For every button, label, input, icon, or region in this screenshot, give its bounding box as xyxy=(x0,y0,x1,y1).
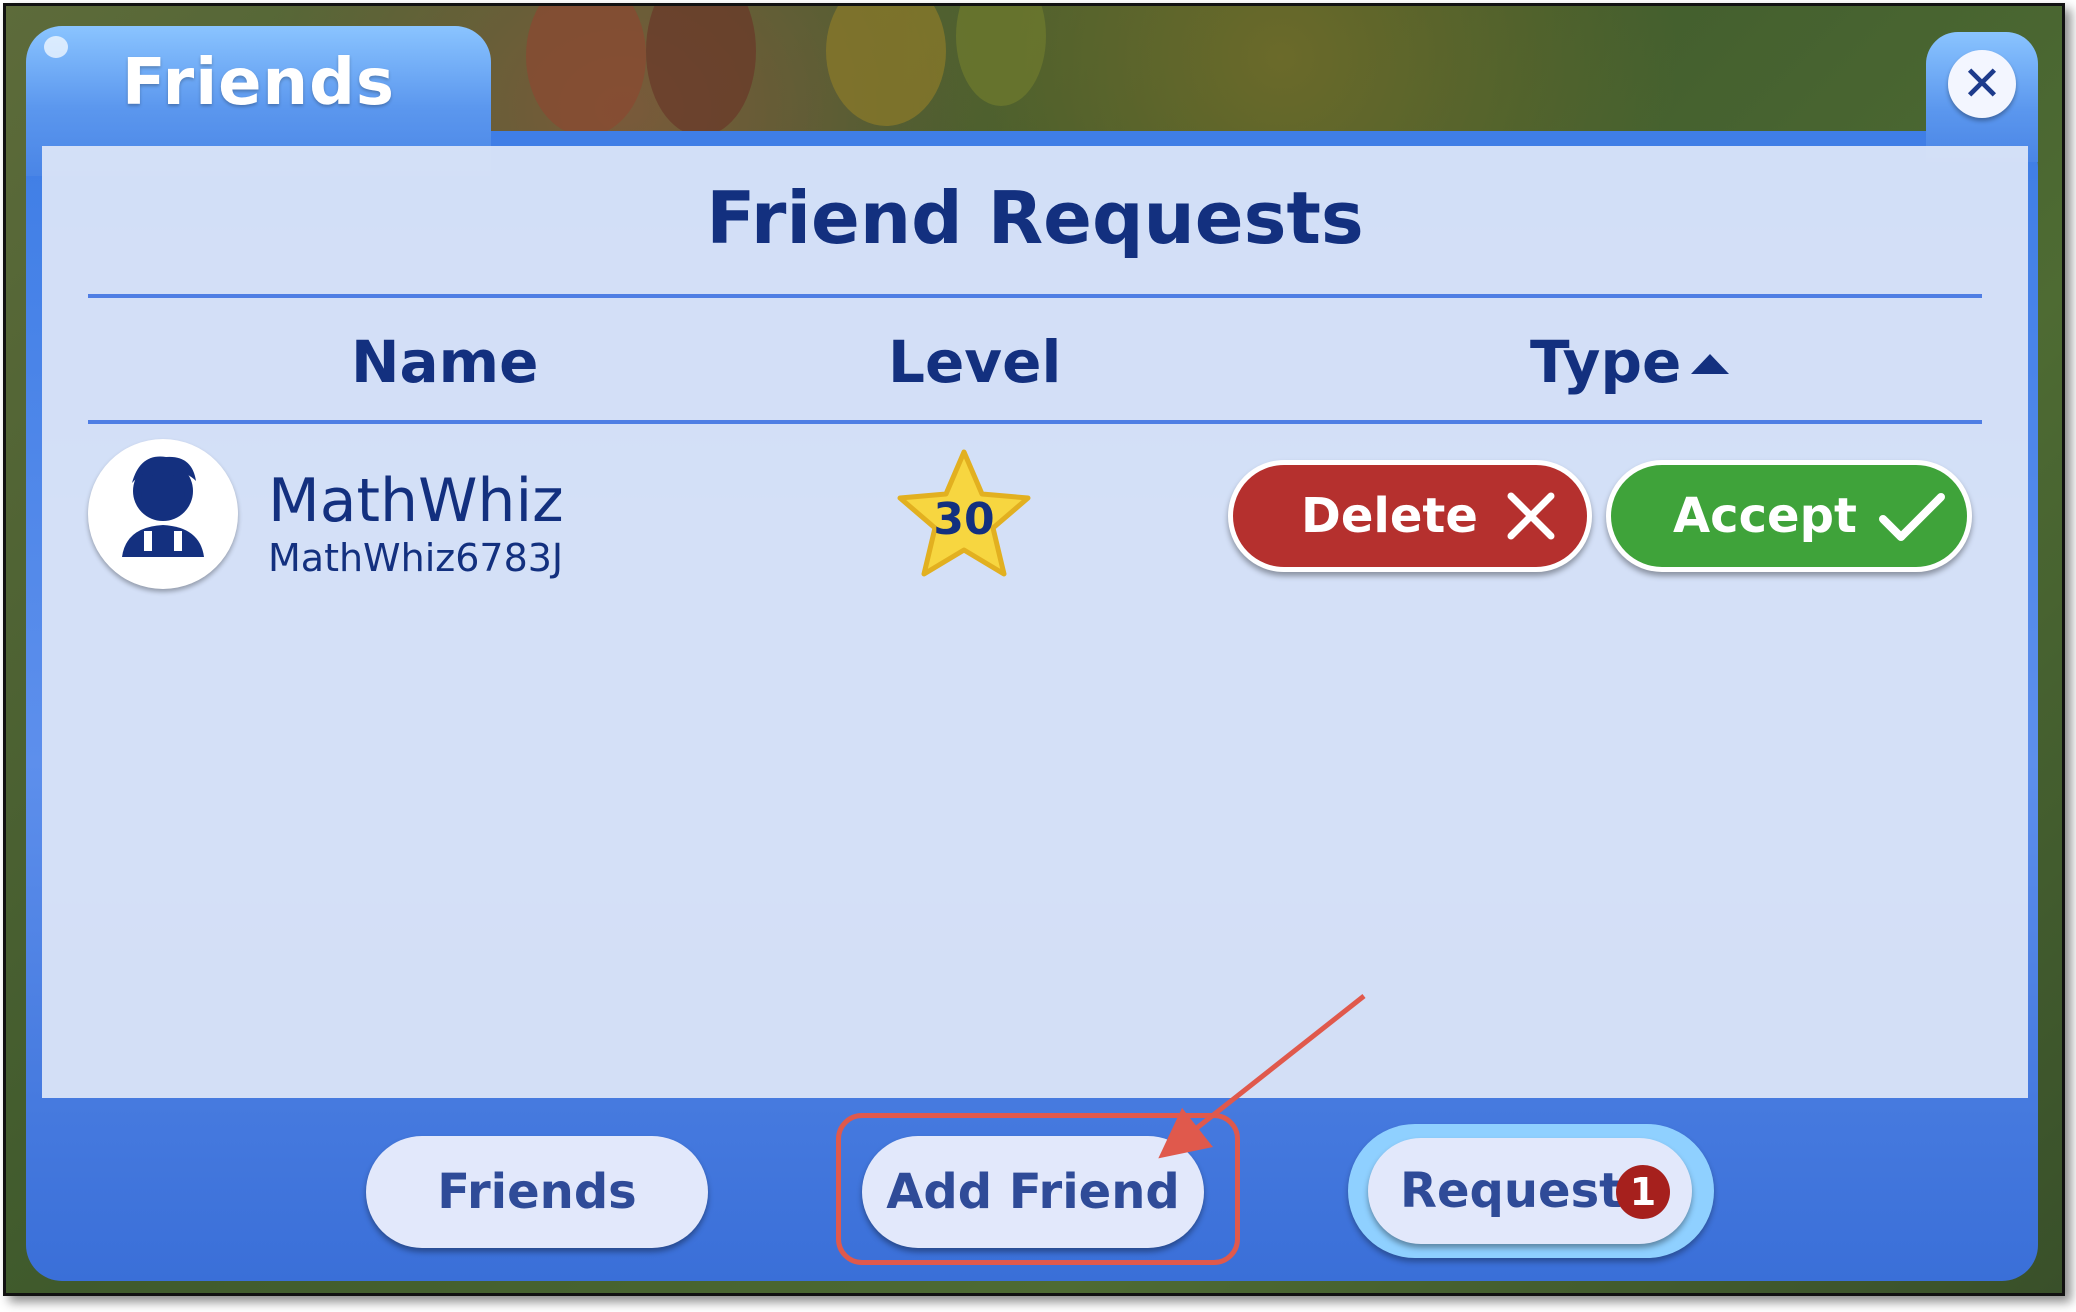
friends-tab-button[interactable]: Friends xyxy=(366,1136,708,1248)
friend-display-name: MathWhiz xyxy=(268,466,564,536)
requests-label: Requests xyxy=(1400,1163,1651,1219)
column-header-name[interactable]: Name xyxy=(351,328,538,396)
friend-level: 30 xyxy=(933,494,995,545)
window-title: Friends xyxy=(122,46,395,120)
avatar[interactable] xyxy=(88,439,238,589)
column-header-level[interactable]: Level xyxy=(888,328,1061,396)
panel-title: Friend Requests xyxy=(706,176,1364,260)
background-tree xyxy=(826,6,946,126)
player-avatar-icon xyxy=(122,456,204,557)
background-tree xyxy=(526,6,646,136)
requests-panel xyxy=(42,146,2028,1098)
background-tree xyxy=(956,6,1046,106)
close-icon: ✕ xyxy=(1961,56,2003,112)
background-tree xyxy=(646,6,756,136)
add-friend-highlight-box xyxy=(836,1113,1240,1265)
title-divider xyxy=(88,294,1982,298)
sort-ascending-icon[interactable] xyxy=(1691,354,1729,374)
accept-label: Accept xyxy=(1673,488,1857,544)
requests-count-badge: 1 xyxy=(1616,1165,1670,1219)
checkmark-icon xyxy=(1879,493,1945,541)
friend-username: MathWhiz6783J xyxy=(268,536,564,580)
accept-request-button[interactable]: Accept xyxy=(1606,460,1972,572)
column-header-type[interactable]: Type xyxy=(1530,328,1681,396)
delete-request-button[interactable]: Delete xyxy=(1228,460,1592,572)
delete-label: Delete xyxy=(1301,488,1478,544)
close-button[interactable]: ✕ xyxy=(1948,50,2016,118)
header-divider xyxy=(88,420,1982,424)
game-screen: Friends ✕ Friend Requests Name Level Typ… xyxy=(3,3,2065,1296)
close-icon xyxy=(1507,492,1555,540)
